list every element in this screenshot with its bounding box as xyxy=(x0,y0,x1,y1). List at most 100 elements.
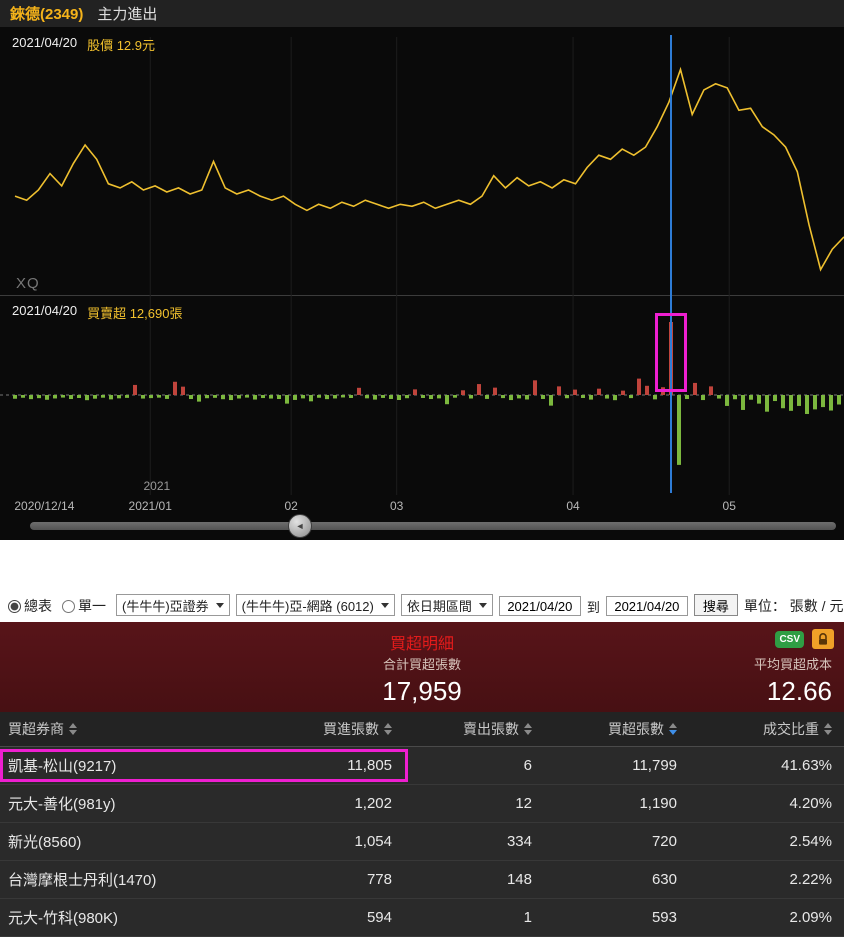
date-mode-select[interactable]: 依日期區間 xyxy=(400,594,493,616)
total-net-buy-label: 合計買超張數 xyxy=(382,657,461,672)
avg-cost-summary: 平均買超成本 12.66 xyxy=(754,654,832,707)
price-chart-label: 2021/04/20 股價 12.9元 xyxy=(12,35,155,54)
x-axis-tick: 03 xyxy=(389,499,404,513)
cell-sell: 6 xyxy=(523,757,532,774)
filter-controls: 總表 單一 (牛牛牛)亞證券 (牛牛牛)亞-網路 (6012) 依日期區間 到 … xyxy=(0,540,844,622)
x-axis-tick: 02 xyxy=(284,499,298,513)
column-header-label: 賣出張數 xyxy=(463,721,519,737)
xq-watermark: XQ xyxy=(16,275,40,292)
column-header-sell[interactable]: 賣出張數 xyxy=(400,719,540,739)
broker-select-value: (牛牛牛)亞證券 xyxy=(122,598,209,614)
table-row[interactable]: 台灣摩根士丹利(1470) 778 148 630 2.22% xyxy=(0,861,844,899)
column-header-net[interactable]: 買超張數 xyxy=(540,719,685,739)
highlighted-bar-box xyxy=(655,313,687,392)
search-button[interactable]: 搜尋 xyxy=(693,594,738,616)
price-value-label: 股價 12.9元 xyxy=(87,38,155,53)
table-row[interactable]: 新光(8560) 1,054 334 720 2.54% xyxy=(0,823,844,861)
app-header: 錸德(2349) 主力進出 xyxy=(0,0,844,27)
price-date-label: 2021/04/20 xyxy=(12,35,78,50)
page-title: 主力進出 xyxy=(97,6,158,23)
table-row[interactable]: 凱基-松山(9217) 11,805 6 11,799 41.63% xyxy=(0,747,844,785)
column-header-label: 買超券商 xyxy=(8,721,64,737)
cell-buy: 11,805 xyxy=(347,757,392,774)
padlock-glyph xyxy=(819,632,827,645)
scrollbar-track[interactable] xyxy=(30,522,836,530)
column-header-broker[interactable]: 買超券商 xyxy=(0,719,250,739)
volume-chart-canvas xyxy=(0,295,844,495)
to-label: 到 xyxy=(586,600,600,615)
date-mode-select-value: 依日期區間 xyxy=(406,598,472,614)
csv-export-button[interactable]: CSV xyxy=(775,630,804,648)
cell-net: 1,190 xyxy=(639,795,677,812)
sort-icon[interactable] xyxy=(524,723,532,735)
x-axis-tick: 2020/12/14 xyxy=(14,499,75,513)
lock-icon[interactable] xyxy=(812,629,834,649)
branch-select-value: (牛牛牛)亞-網路 (6012) xyxy=(241,598,374,614)
sort-icon[interactable] xyxy=(669,723,677,735)
cell-net: 593 xyxy=(651,909,677,926)
radio-single[interactable]: 單一 xyxy=(62,596,106,616)
cell-buy: 778 xyxy=(366,871,392,888)
cell-buy: 1,054 xyxy=(354,833,392,850)
branch-select[interactable]: (牛牛牛)亞-網路 (6012) xyxy=(235,594,395,616)
cell-broker: 台灣摩根士丹利(1470) xyxy=(8,872,157,889)
total-net-buy-summary: 合計買超張數 17,959 xyxy=(0,654,844,707)
cell-sell: 12 xyxy=(515,795,532,812)
chart-area: 2021/04/20 股價 12.9元 XQ 2021/04/20 買賣超 12… xyxy=(0,27,844,540)
table-tools: CSV xyxy=(775,629,834,649)
cell-pct: 41.63% xyxy=(781,757,832,774)
table-column-headers: 買超券商 買進張數 賣出張數 買超張數 成交比重 xyxy=(0,712,844,747)
date-to-input[interactable] xyxy=(605,596,688,616)
sort-icon[interactable] xyxy=(384,723,392,735)
cell-net: 630 xyxy=(651,871,677,888)
chevron-down-icon xyxy=(380,602,389,608)
cell-broker: 新光(8560) xyxy=(8,834,82,851)
radio-summary-input[interactable] xyxy=(8,599,21,613)
radio-single-label: 單一 xyxy=(78,598,106,614)
sort-icon[interactable] xyxy=(824,723,832,735)
chart-scrollbar[interactable]: ◄ xyxy=(0,513,844,541)
cell-net: 11,799 xyxy=(632,757,677,774)
stock-title: 錸德(2349) xyxy=(10,6,84,23)
date-from-input[interactable] xyxy=(498,596,581,616)
price-chart-canvas xyxy=(14,37,844,295)
volume-value-label: 買賣超 12,690張 xyxy=(87,306,183,321)
cell-broker: 凱基-松山(9217) xyxy=(8,758,117,775)
chevron-down-icon xyxy=(478,602,487,608)
cell-pct: 2.22% xyxy=(789,871,832,888)
cell-sell: 148 xyxy=(506,871,532,888)
net-buy-table: 買超明細 CSV 合計買超張數 17,959 平均買超成本 12.66 買超券商… xyxy=(0,622,844,937)
broker-select[interactable]: (牛牛牛)亞證券 xyxy=(116,594,230,616)
table-title: 買超明細 xyxy=(389,636,454,653)
radio-summary-label: 總表 xyxy=(24,598,52,614)
total-net-buy-value: 17,959 xyxy=(382,676,462,706)
column-header-label: 買超張數 xyxy=(608,721,664,737)
table-body: 凱基-松山(9217) 11,805 6 11,799 41.63% 元大-善化(981y… xyxy=(0,747,844,937)
cell-sell: 1 xyxy=(523,909,532,926)
selected-date-marker-line xyxy=(670,35,672,493)
radio-single-input[interactable] xyxy=(62,599,75,613)
volume-date-label: 2021/04/20 xyxy=(12,303,78,318)
volume-chart-label: 2021/04/20 買賣超 12,690張 xyxy=(12,303,182,322)
column-header-pct[interactable]: 成交比重 xyxy=(685,719,844,739)
unit-label: 單位： 張數 / 元 xyxy=(743,598,844,614)
cell-broker: 元大-竹科(980K) xyxy=(8,910,119,927)
x-axis-tick: 05 xyxy=(722,499,736,513)
table-row[interactable]: 元大-善化(981y) 1,202 12 1,190 4.20% xyxy=(0,785,844,823)
table-row[interactable]: 元大-竹科(980K) 594 1 593 2.09% xyxy=(0,899,844,937)
cell-buy: 1,202 xyxy=(354,795,392,812)
sort-icon[interactable] xyxy=(69,723,77,735)
column-header-label: 買進張數 xyxy=(323,721,379,737)
cell-pct: 2.54% xyxy=(789,833,832,850)
column-header-label: 成交比重 xyxy=(763,721,819,737)
cell-buy: 594 xyxy=(366,909,392,926)
scrollbar-handle[interactable]: ◄ xyxy=(287,514,312,538)
radio-summary[interactable]: 總表 xyxy=(8,596,52,616)
cell-sell: 334 xyxy=(506,833,532,850)
column-header-buy[interactable]: 買進張數 xyxy=(250,719,400,739)
cell-pct: 4.20% xyxy=(789,795,832,812)
table-header-band: 買超明細 CSV 合計買超張數 17,959 平均買超成本 12.66 xyxy=(0,622,844,712)
x-axis-year-label: 2021 xyxy=(143,479,171,493)
avg-cost-label: 平均買超成本 xyxy=(753,657,832,672)
chevron-down-icon xyxy=(215,602,224,608)
